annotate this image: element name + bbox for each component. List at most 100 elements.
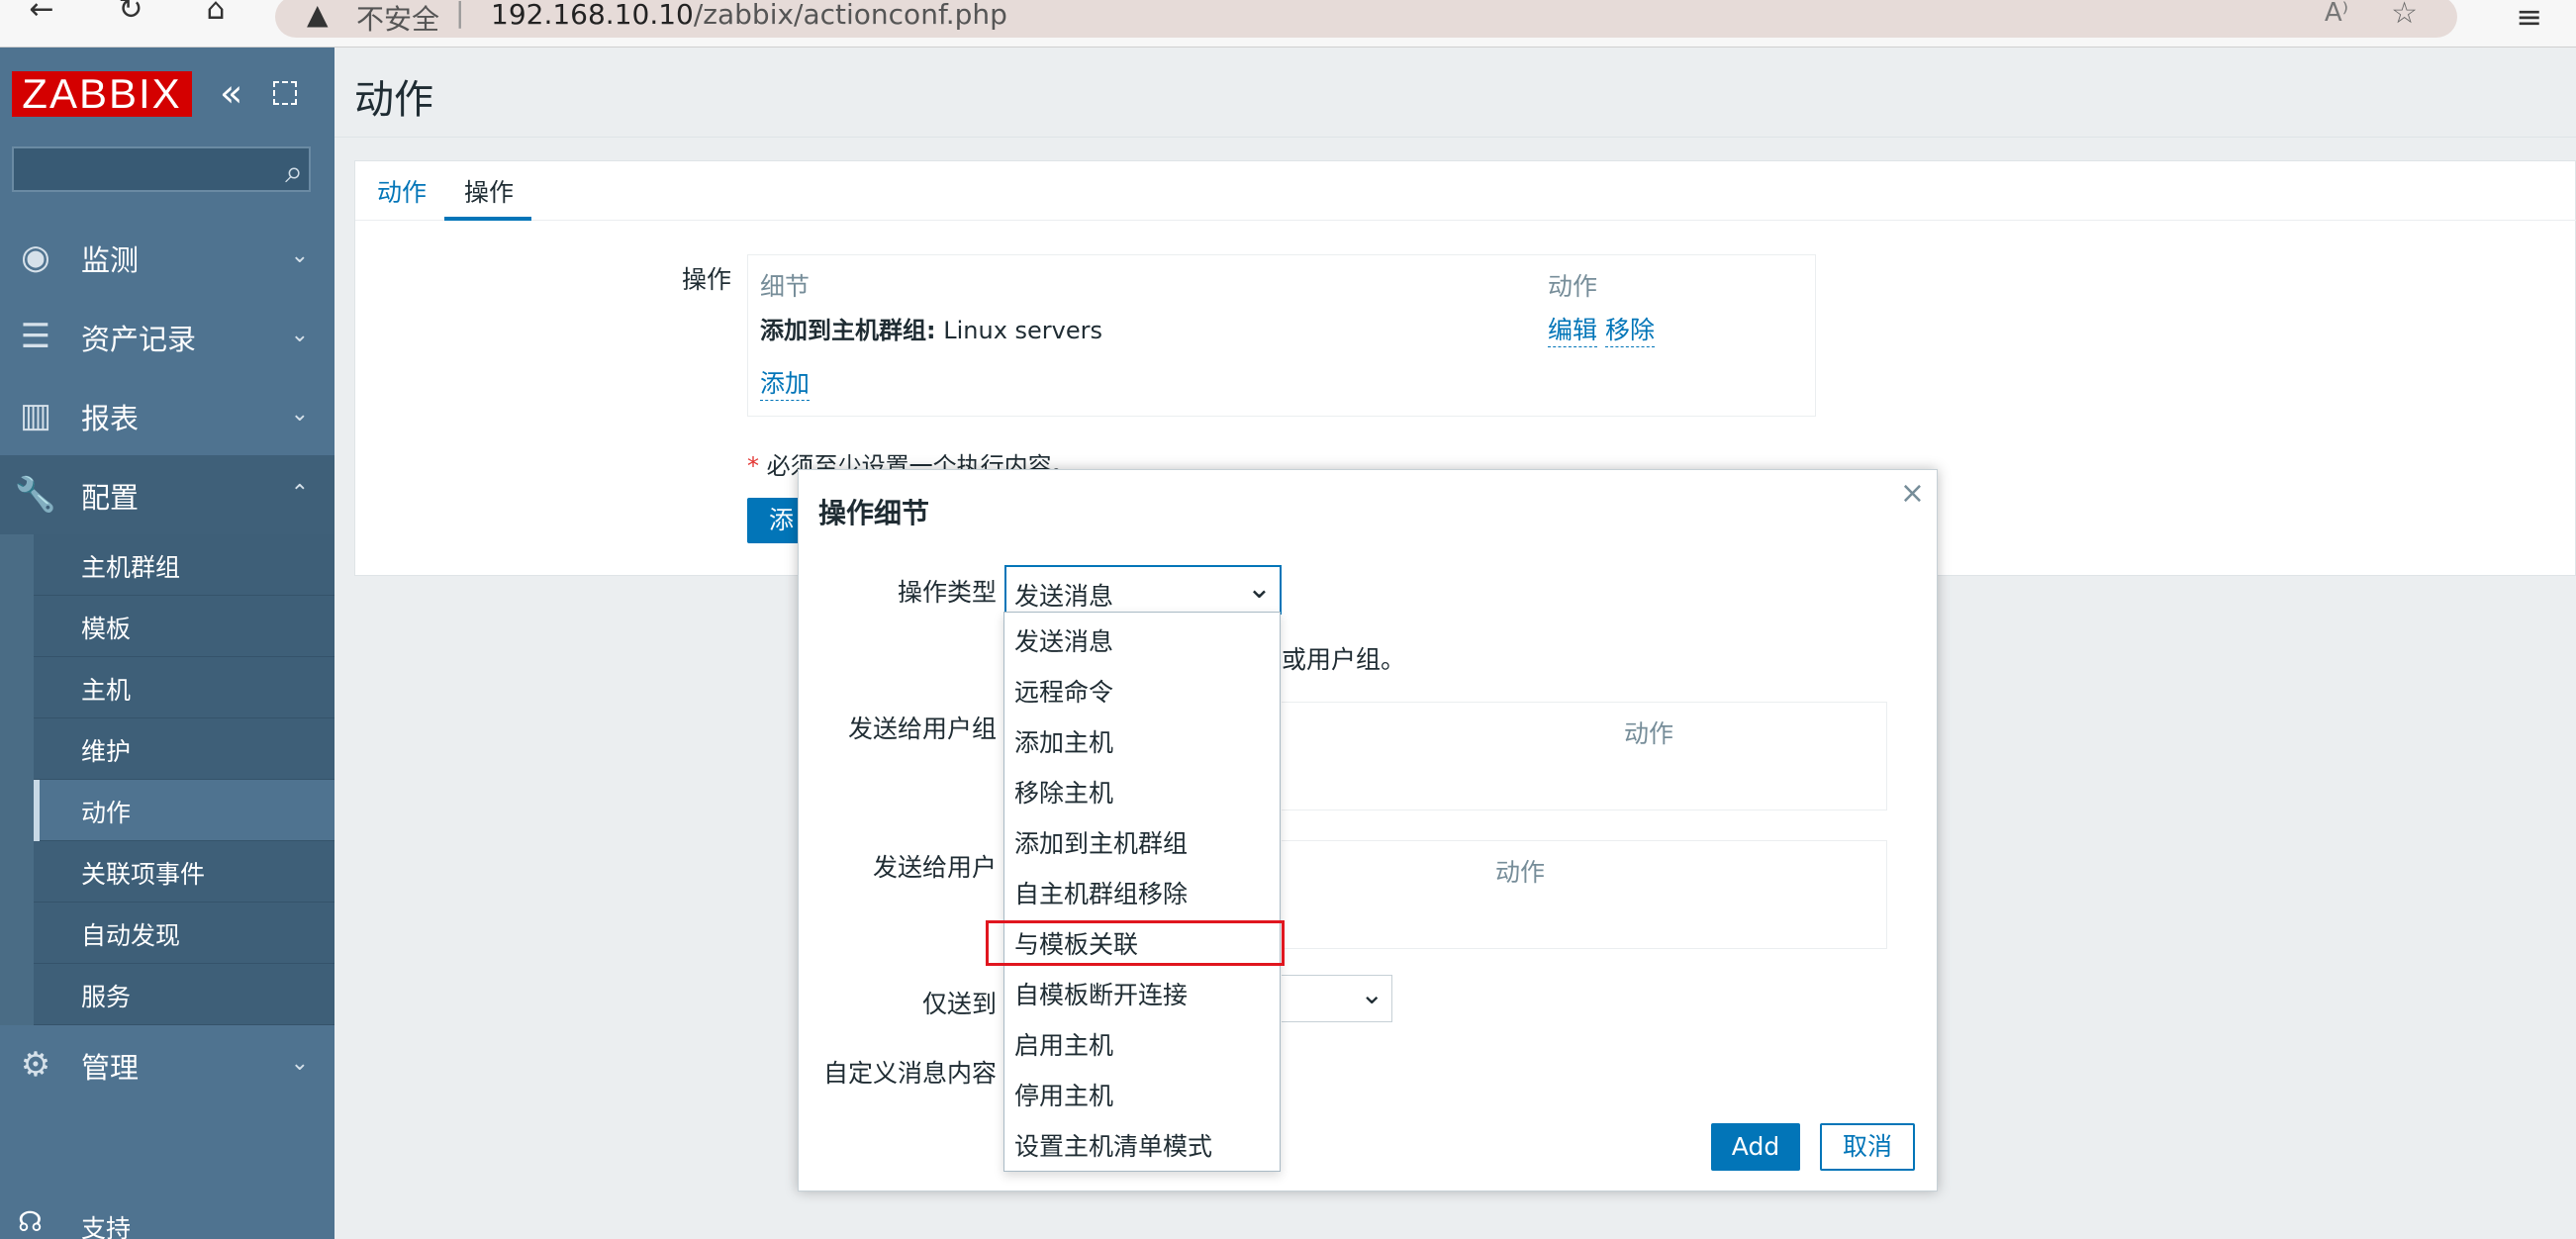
- dropdown-option-disable-host[interactable]: 停用主机: [1004, 1067, 1280, 1117]
- submenu-item-actions[interactable]: 动作: [34, 780, 334, 841]
- submenu-item-maintenance[interactable]: 维护: [34, 718, 334, 780]
- chevron-up-icon: ⌃: [290, 481, 309, 506]
- tab-action[interactable]: 动作: [377, 173, 427, 209]
- submenu-item-host-groups[interactable]: 主机群组: [34, 534, 334, 596]
- dropdown-option-remote-command[interactable]: 远程命令: [1004, 663, 1280, 714]
- sidebar-item-administration[interactable]: ⚙ 管理 ⌄: [0, 1025, 334, 1104]
- address-separator: |: [455, 0, 465, 29]
- dropdown-option-add-to-host-group[interactable]: 添加到主机群组: [1004, 814, 1280, 865]
- option-label: 启用主机: [1014, 1031, 1114, 1060]
- option-label: 自模板断开连接: [1014, 981, 1189, 1009]
- option-label: 添加到主机群组: [1014, 829, 1189, 858]
- hint-text: 或用户组。: [1282, 645, 1406, 674]
- headset-icon: ☊: [18, 1205, 43, 1238]
- users-table: 动作: [1282, 840, 1887, 949]
- sidebar-item-label: 管理: [81, 1051, 140, 1085]
- option-label: 设置主机清单模式: [1014, 1132, 1213, 1161]
- sidebar-item-monitoring[interactable]: ◉ 监测 ⌄: [0, 218, 334, 297]
- dialog-title: 操作细节: [818, 497, 930, 529]
- submenu-rail: [0, 534, 34, 1025]
- submenu-label: 主机: [81, 676, 132, 705]
- dropdown-option-send-message[interactable]: 发送消息: [1004, 613, 1280, 663]
- zabbix-logo[interactable]: ZABBIX: [12, 71, 192, 117]
- chevron-down-icon: ⌄: [290, 323, 309, 347]
- sidebar-item-label: 监测: [81, 243, 140, 277]
- chevron-down-icon: ⌄: [1246, 571, 1272, 606]
- submenu-label: 关联项事件: [81, 860, 206, 889]
- divider: [334, 137, 2576, 138]
- option-label: 自主机群组移除: [1014, 880, 1189, 908]
- sidebar-item-inventory[interactable]: ☰ 资产记录 ⌄: [0, 297, 334, 376]
- submenu-item-services[interactable]: 服务: [34, 964, 334, 1025]
- dropdown-option-remove-from-host-group[interactable]: 自主机群组移除: [1004, 865, 1280, 915]
- dropdown-option-unlink-from-template[interactable]: 自模板断开连接: [1004, 966, 1280, 1016]
- operations-label: 操作: [682, 265, 732, 294]
- operation-type-select[interactable]: 发送消息 ⌄: [1004, 565, 1282, 615]
- add-operation-link[interactable]: 添加: [760, 364, 811, 401]
- chevron-down-icon: ⌄: [290, 402, 309, 427]
- user-groups-table: 动作: [1282, 702, 1887, 810]
- close-icon[interactable]: ×: [1900, 476, 1925, 511]
- sidebar-item-support[interactable]: ☊ 支持: [0, 1205, 334, 1239]
- operation-type-dropdown: 发送消息 远程命令 添加主机 移除主机 添加到主机群组 自主机群组移除 与模板关…: [1003, 612, 1281, 1172]
- dropdown-option-remove-host[interactable]: 移除主机: [1004, 764, 1280, 814]
- option-label: 添加主机: [1014, 728, 1114, 757]
- submenu-item-templates[interactable]: 模板: [34, 596, 334, 657]
- submenu-label: 模板: [81, 615, 132, 643]
- send-only-to-select[interactable]: ⌄: [1282, 975, 1392, 1022]
- sidebar-item-label: 配置: [81, 481, 140, 515]
- tab-bar: 动作 操作: [355, 161, 2576, 221]
- sidebar-item-configuration[interactable]: 🔧 配置 ⌃: [0, 455, 334, 534]
- remove-link[interactable]: 移除: [1605, 311, 1656, 347]
- operation-type-label: 操作类型: [897, 578, 997, 607]
- send-only-to-label: 仅送到: [921, 990, 997, 1018]
- kiosk-mode-icon[interactable]: [273, 81, 297, 105]
- column-header-action: 动作: [1548, 272, 1598, 301]
- chevron-down-icon: ⌄: [1360, 978, 1383, 1010]
- home-icon[interactable]: ⌂: [194, 0, 238, 25]
- active-tab-indicator: [444, 217, 531, 221]
- submenu-label: 动作: [81, 799, 132, 827]
- submenu-item-hosts[interactable]: 主机: [34, 657, 334, 718]
- option-label: 发送消息: [1014, 627, 1114, 656]
- submenu-item-discovery[interactable]: 自动发现: [34, 903, 334, 964]
- gear-icon: ⚙: [20, 1045, 51, 1085]
- chevron-down-icon: ⌄: [290, 243, 309, 268]
- address-bar[interactable]: ▲ 不安全 | 192.168.10.10/zabbix/actionconf.…: [275, 0, 2457, 38]
- custom-message-label: 自定义消息内容: [822, 1059, 997, 1088]
- edit-link[interactable]: 编辑: [1548, 311, 1598, 347]
- submenu-item-event-correlation[interactable]: 关联项事件: [34, 841, 334, 903]
- operation-details-dialog: 操作细节 × 操作类型 发送消息 ⌄ 或用户组。 发送给用户组 动作 发送给用户…: [798, 469, 1938, 1191]
- option-label: 停用主机: [1014, 1082, 1114, 1110]
- favorites-menu-icon[interactable]: ≡: [2516, 0, 2542, 36]
- option-label: 移除主机: [1014, 779, 1114, 808]
- submenu-label: 服务: [81, 983, 132, 1011]
- submenu-label: 主机群组: [81, 553, 181, 582]
- tab-operations[interactable]: 操作: [464, 173, 514, 209]
- send-to-user-groups-label: 发送给用户组: [847, 715, 997, 743]
- table-row: 添加到主机群组: Linux servers: [760, 317, 1103, 344]
- favorite-icon[interactable]: ☆: [2391, 0, 2418, 31]
- submenu-label: 自动发现: [81, 921, 181, 950]
- back-icon[interactable]: ←: [20, 0, 63, 25]
- url-text[interactable]: 192.168.10.10/zabbix/actionconf.php: [491, 0, 1007, 31]
- column-header-detail: 细节: [760, 272, 811, 301]
- wrench-icon: 🔧: [14, 475, 57, 515]
- collapse-sidebar-icon[interactable]: «: [220, 71, 242, 115]
- add-button[interactable]: Add: [1711, 1123, 1800, 1171]
- read-aloud-icon[interactable]: A⁾: [2325, 0, 2348, 28]
- sidebar-item-reports[interactable]: ▥ 报表 ⌄: [0, 376, 334, 455]
- insecure-label: 不安全: [356, 3, 440, 36]
- option-label: 远程命令: [1014, 678, 1114, 707]
- bar-chart-icon: ▥: [19, 396, 52, 435]
- sidebar-search-input[interactable]: ⌕: [12, 146, 311, 192]
- dropdown-option-enable-host[interactable]: 启用主机: [1004, 1016, 1280, 1067]
- operations-table: 细节 动作 添加到主机群组: Linux servers 编辑 移除 添加: [747, 254, 1816, 417]
- search-icon[interactable]: ⌕: [285, 152, 303, 191]
- dropdown-option-set-inventory-mode[interactable]: 设置主机清单模式: [1004, 1117, 1280, 1168]
- dropdown-option-add-host[interactable]: 添加主机: [1004, 714, 1280, 764]
- cancel-button[interactable]: 取消: [1820, 1123, 1915, 1171]
- reload-icon[interactable]: ↻: [109, 0, 152, 25]
- sidebar: ZABBIX « ⌕ ◉ 监测 ⌄ ☰ 资产记录 ⌄ ▥ 报表 ⌄ 🔧 配置 ⌃…: [0, 48, 334, 1239]
- sidebar-item-label: 支持: [81, 1214, 132, 1239]
